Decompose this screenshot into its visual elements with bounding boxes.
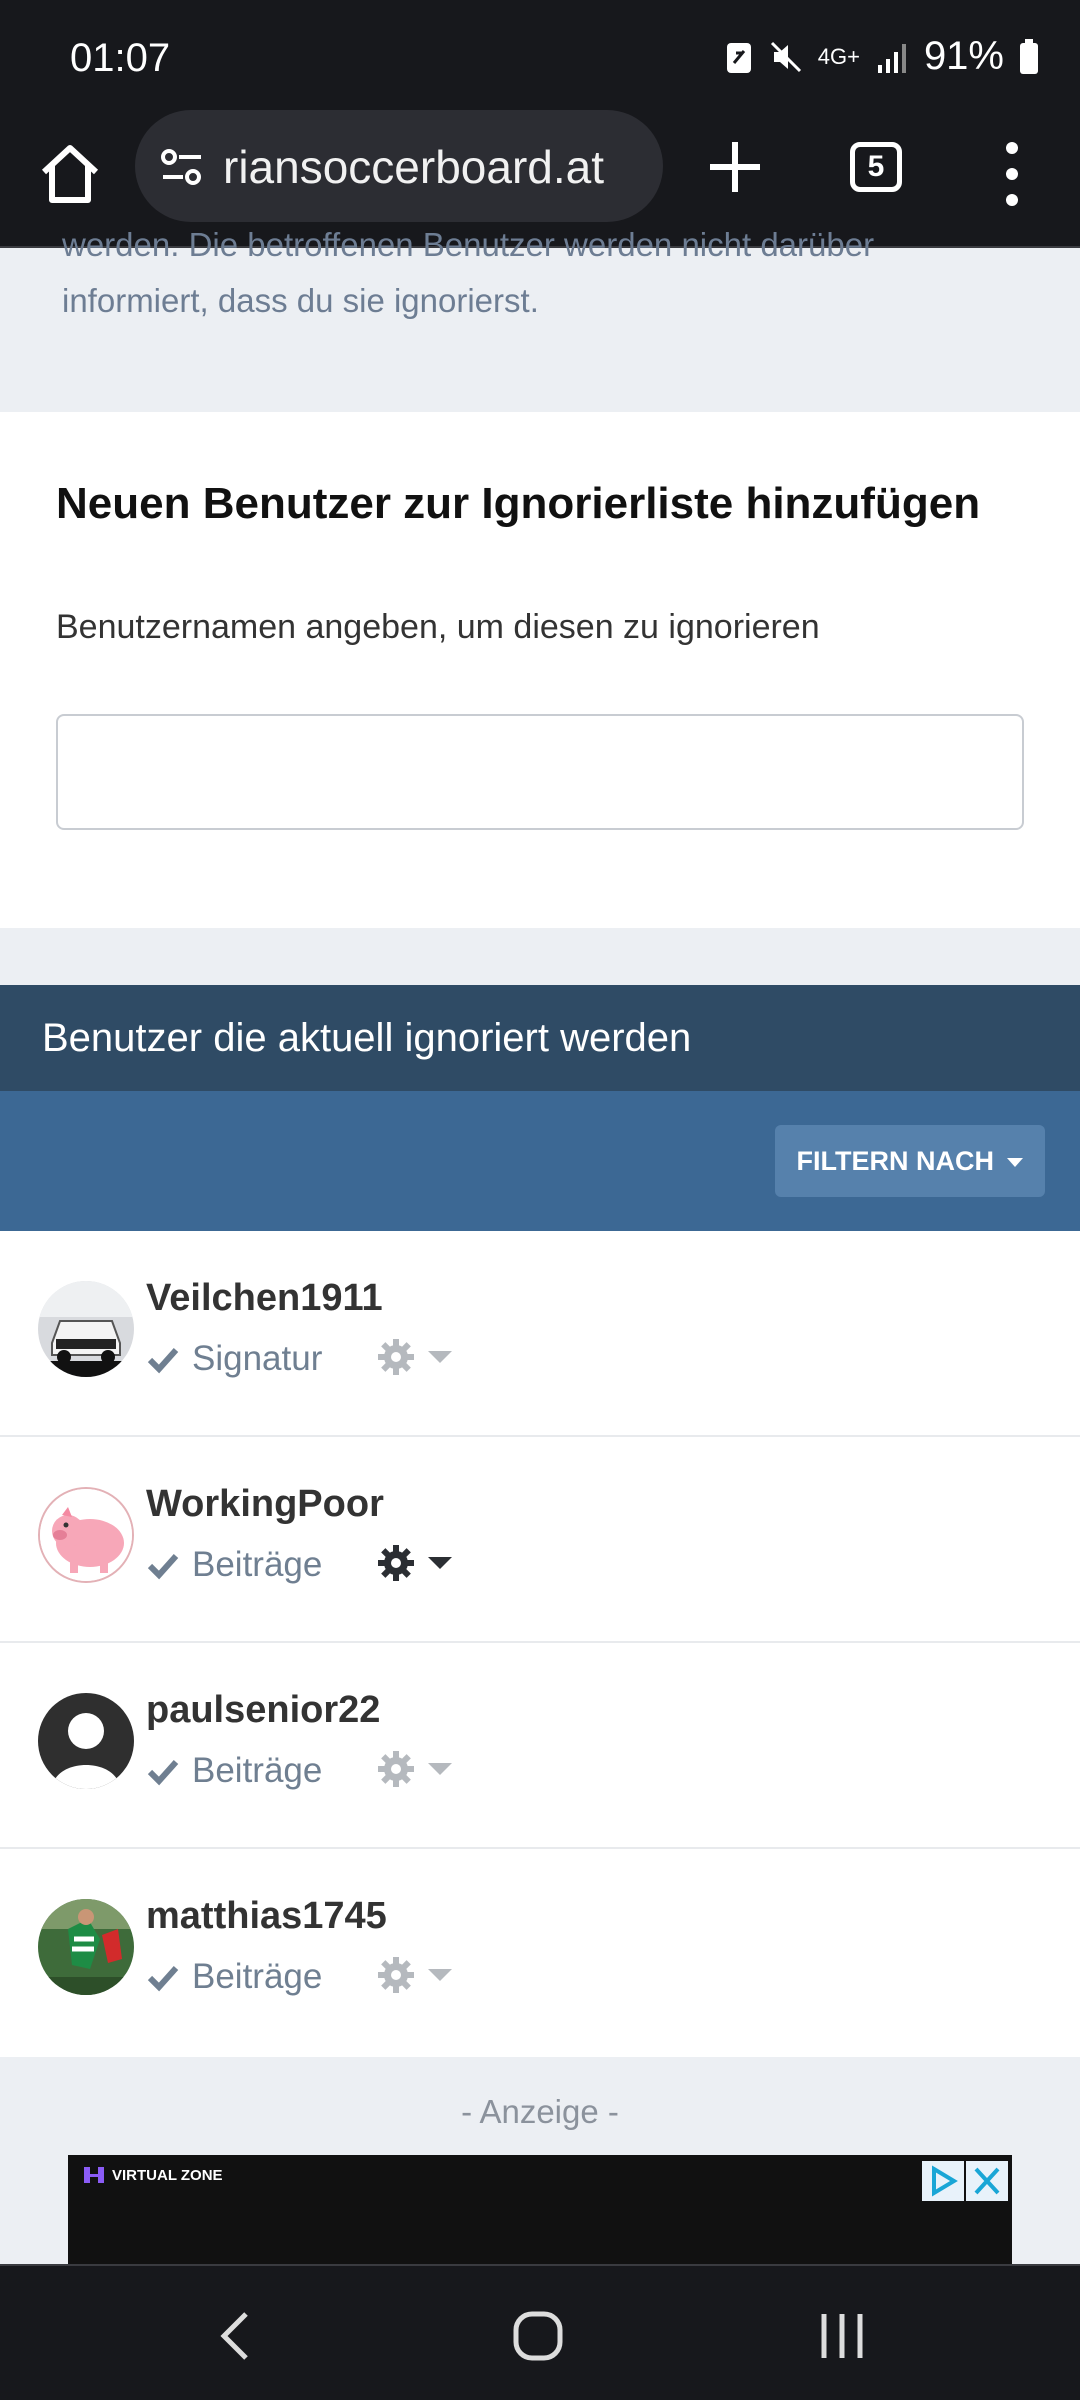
ignore-type: Beiträge	[146, 1545, 322, 1585]
check-icon	[147, 1965, 179, 1992]
recents-icon[interactable]	[812, 2306, 872, 2366]
ad-label: - Anzeige -	[461, 2093, 619, 2130]
check-icon	[147, 1347, 179, 1374]
check-icon	[147, 1759, 179, 1786]
avatar[interactable]	[38, 1281, 134, 1377]
settings-menu-button[interactable]	[376, 1749, 454, 1789]
user-name[interactable]: Veilchen1911	[146, 1277, 383, 1320]
user-name[interactable]: matthias1745	[146, 1895, 387, 1938]
check-icon	[147, 1553, 179, 1580]
mute-icon	[770, 41, 801, 72]
gear-icon	[378, 1957, 414, 1993]
caret-down-icon	[428, 1351, 452, 1363]
new-tab-icon[interactable]	[700, 132, 770, 202]
ignored-user-list: Veilchen1911 Signatur WorkingPoor Beiträ…	[0, 1231, 1080, 2057]
url-text: riansoccerboard.at	[223, 141, 604, 193]
user-row: Veilchen1911 Signatur	[0, 1231, 1080, 1437]
battery-icon	[1020, 38, 1038, 74]
user-row: matthias1745 Beiträge	[0, 1849, 1080, 2055]
ignore-type: Signatur	[146, 1339, 322, 1379]
settings-menu-button[interactable]	[376, 1543, 454, 1583]
status-icons: 4G+ 91%	[724, 34, 1040, 79]
ignore-type-label: Beiträge	[192, 1545, 323, 1584]
more-options-icon[interactable]	[990, 134, 1034, 214]
network-type: 4G+	[817, 43, 860, 69]
intro-section: werden. Die betroffenen Benutzer werden …	[0, 226, 1080, 412]
system-nav-bar	[0, 2264, 1080, 2400]
site-settings-icon[interactable]	[157, 142, 207, 192]
add-ignore-subtitle: Benutzernamen angeben, um diesen zu igno…	[56, 608, 820, 646]
caret-down-icon	[428, 1969, 452, 1981]
ignore-type: Beiträge	[146, 1751, 322, 1791]
caret-down-icon	[428, 1557, 452, 1569]
ad-banner[interactable]: VIRTUAL ZONE	[68, 2155, 1012, 2264]
vz-logo-icon	[84, 2167, 104, 2183]
back-icon[interactable]	[206, 2306, 266, 2366]
ignore-type-label: Signatur	[192, 1339, 323, 1378]
status-bar: 01:07 4G+ 91%	[0, 0, 1080, 110]
ignore-type: Beiträge	[146, 1957, 322, 1997]
status-time: 01:07	[70, 36, 171, 80]
battery-percent: 91%	[923, 34, 1004, 78]
address-bar[interactable]: riansoccerboard.at	[135, 110, 663, 222]
tab-switcher-button[interactable]: 5	[850, 142, 902, 192]
gear-icon	[378, 1751, 414, 1787]
user-name[interactable]: WorkingPoor	[146, 1483, 384, 1526]
ad-area: - Anzeige - VIRTUAL ZONE	[0, 2057, 1080, 2264]
user-row: paulsenior22 Beiträge	[0, 1643, 1080, 1849]
caret-down-icon	[428, 1763, 452, 1775]
ignored-list-header: Benutzer die aktuell ignoriert werden	[0, 985, 1080, 1091]
filter-button-label: FILTERN NACH	[796, 1146, 994, 1176]
username-input[interactable]	[56, 714, 1024, 830]
battery-saver-icon	[726, 42, 751, 73]
ad-brand: VIRTUAL ZONE	[112, 2166, 223, 2184]
intro-text: informiert, dass du sie ignorierst.	[62, 282, 539, 319]
settings-menu-button[interactable]	[376, 1337, 454, 1377]
gear-icon	[378, 1339, 414, 1375]
intro-text-cut: werden. Die betroffenen Benutzer werden …	[62, 226, 875, 263]
adchoices-icon[interactable]	[922, 2161, 964, 2201]
signal-icon	[877, 43, 906, 73]
home-icon[interactable]	[30, 134, 110, 214]
caret-down-icon	[1006, 1157, 1023, 1167]
ignore-type-label: Beiträge	[192, 1751, 323, 1790]
add-ignore-card: Neuen Benutzer zur Ignorierliste hinzufü…	[0, 412, 1080, 928]
user-row: WorkingPoor Beiträge	[0, 1437, 1080, 1643]
avatar[interactable]	[38, 1693, 134, 1789]
home-nav-icon[interactable]	[508, 2306, 568, 2366]
settings-menu-button[interactable]	[376, 1955, 454, 1995]
user-name[interactable]: paulsenior22	[146, 1689, 380, 1732]
filter-bar: FILTERN NACH	[0, 1091, 1080, 1231]
gear-icon	[378, 1545, 414, 1581]
add-ignore-title: Neuen Benutzer zur Ignorierliste hinzufü…	[56, 479, 981, 528]
ignore-type-label: Beiträge	[192, 1957, 323, 1996]
avatar[interactable]	[38, 1899, 134, 1995]
ad-logo: VIRTUAL ZONE	[82, 2165, 223, 2185]
avatar[interactable]	[38, 1487, 134, 1583]
filter-button[interactable]: FILTERN NACH	[775, 1125, 1045, 1197]
close-icon[interactable]	[966, 2161, 1008, 2201]
